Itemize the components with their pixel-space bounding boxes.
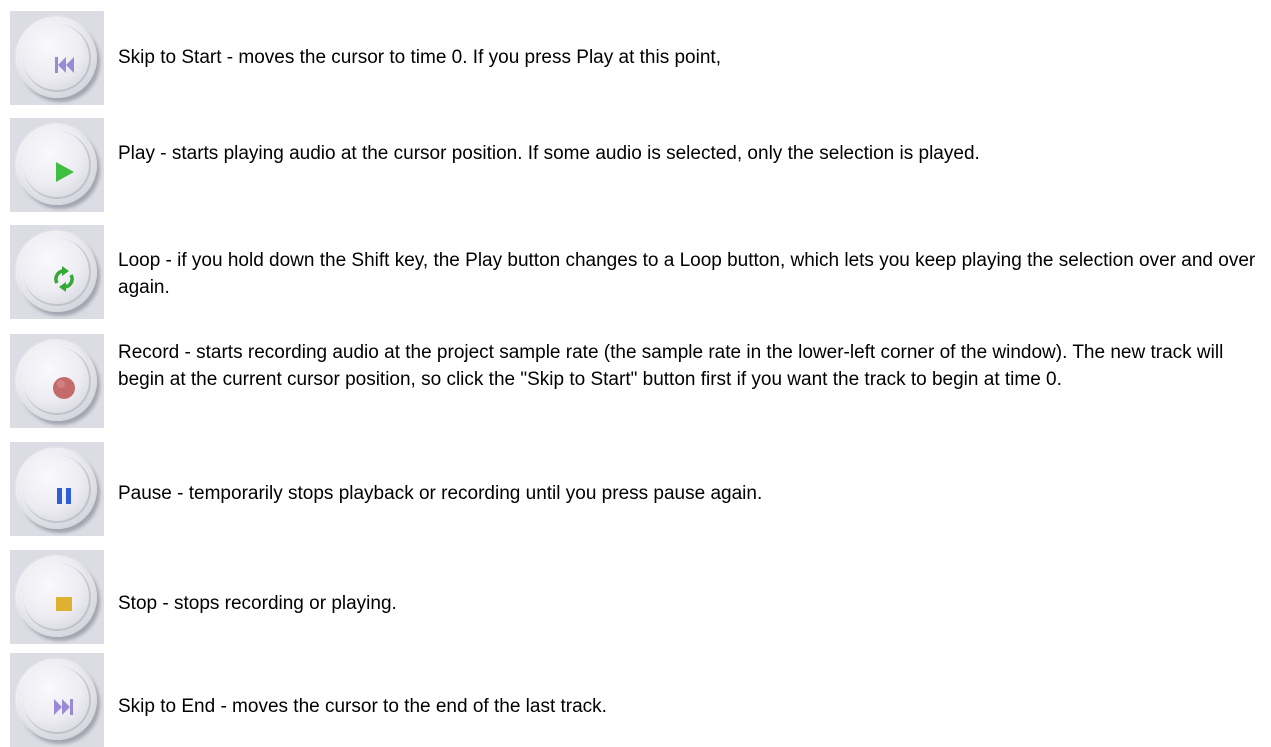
stop-description: Stop - stops recording or playing. <box>118 593 397 614</box>
pause-description: Pause - temporarily stops playback or re… <box>118 483 763 504</box>
skip-to-start-icon <box>55 57 74 73</box>
play-row: Play - starts playing audio at the curso… <box>10 118 1271 212</box>
play-button-face <box>17 125 97 205</box>
skip-to-start-button-face <box>17 18 97 98</box>
pause-icon <box>57 488 71 504</box>
skip-to-end-description: Skip to End - moves the cursor to the en… <box>118 696 607 717</box>
skip-to-start-description: Skip to Start - moves the cursor to time… <box>118 47 721 68</box>
loop-icon <box>54 266 74 292</box>
pause-row: Pause - temporarily stops playback or re… <box>10 442 1271 536</box>
loop-button-face <box>17 232 97 312</box>
loop-row: Loop - if you hold down the Shift key, t… <box>10 225 1271 319</box>
skip-to-end-icon <box>54 699 73 715</box>
loop-button[interactable] <box>10 225 104 319</box>
skip-to-end-button[interactable] <box>10 653 104 747</box>
record-button-face <box>17 341 97 421</box>
record-description: Record - starts recording audio at the p… <box>118 342 1224 390</box>
skip-to-start-button[interactable] <box>10 11 104 105</box>
record-icon <box>53 377 75 399</box>
pause-button[interactable] <box>10 442 104 536</box>
play-icon <box>56 162 74 182</box>
stop-icon <box>56 597 72 611</box>
stop-button[interactable] <box>10 550 104 644</box>
loop-description: Loop - if you hold down the Shift key, t… <box>118 250 1256 298</box>
pause-button-face <box>17 449 97 529</box>
skip-to-end-row: Skip to End - moves the cursor to the en… <box>10 653 1271 747</box>
skip-to-end-button-face <box>17 660 97 740</box>
record-button[interactable] <box>10 334 104 428</box>
stop-row: Stop - stops recording or playing. <box>10 550 1271 644</box>
stop-button-face <box>17 557 97 637</box>
skip-to-start-row: Skip to Start - moves the cursor to time… <box>10 11 1271 105</box>
play-button[interactable] <box>10 118 104 212</box>
play-description: Play - starts playing audio at the curso… <box>118 143 980 164</box>
record-row: Record - starts recording audio at the p… <box>10 334 1271 428</box>
